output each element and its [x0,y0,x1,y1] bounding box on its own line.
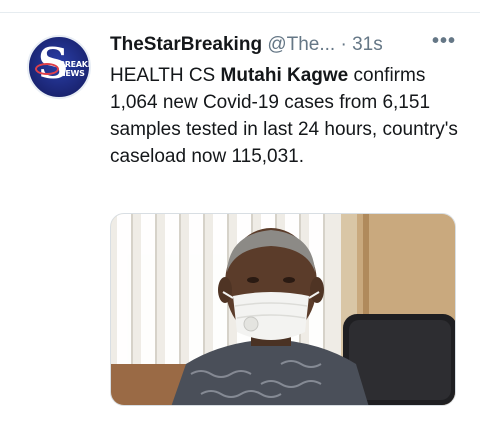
avatar-text-line2: NEWS [59,69,85,78]
user-handle[interactable]: @The... [267,34,335,55]
more-options-icon[interactable]: ••• [432,30,456,53]
mentioned-person: Mutahi Kagwe [220,65,349,86]
tweet-text: HEALTH CS Mutahi Kagwe confirms 1,064 ne… [110,62,460,170]
avatar-text-line1: BREAKING [59,60,91,69]
tweet-text-intro: HEALTH CS [110,65,221,86]
avatar[interactable]: S BREAKING NEWS [27,35,91,99]
photo-illustration [111,214,455,405]
tweet-photo[interactable] [110,213,456,406]
bottom-spacer [0,418,480,434]
separator-dot: · [340,34,347,55]
tweet-header: TheStarBreaking @The... · 31s [110,31,470,59]
avatar-ring [35,63,59,75]
timestamp[interactable]: 31s [352,34,383,55]
display-name[interactable]: TheStarBreaking [110,34,262,55]
tweet[interactable]: S BREAKING NEWS TheStarBreaking @The... … [0,13,480,434]
